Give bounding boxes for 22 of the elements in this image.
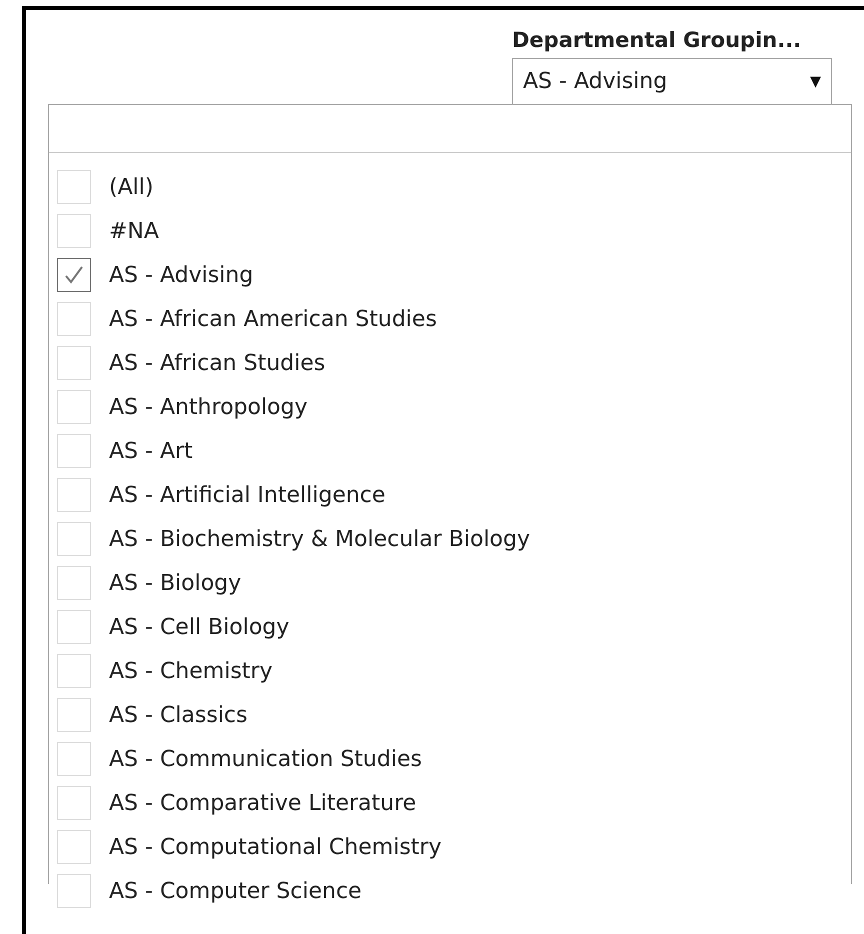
option-label[interactable]: AS - Cell Biology [109,614,290,640]
option-label[interactable]: #NA [109,218,159,244]
option-label[interactable]: AS - Biochemistry & Molecular Biology [109,526,530,552]
check-icon [63,264,85,286]
option-label[interactable]: AS - African Studies [109,350,326,376]
option-label[interactable]: AS - Computational Chemistry [109,834,442,860]
option-label[interactable]: AS - Anthropology [109,394,308,420]
option-label[interactable]: AS - Computer Science [109,878,362,904]
option-label[interactable]: AS - Biology [109,570,242,596]
option-label[interactable]: AS - Art [109,438,193,464]
option-label[interactable]: AS - Comparative Literature [109,790,416,816]
option-label[interactable]: AS - African American Studies [109,306,437,332]
option-label[interactable]: AS - Advising [109,262,254,288]
checkbox[interactable] [57,258,91,292]
option-label[interactable]: AS - Classics [109,702,248,728]
option-label[interactable]: (All) [109,174,154,200]
caret-icon[interactable]: ▾ [810,69,821,94]
option-label[interactable]: AS - Chemistry [109,658,272,684]
filter-title: Departmental Groupin... [512,28,802,54]
dropdown[interactable]: AS - Advising ▾ [512,58,832,104]
option-label[interactable]: AS - Artificial Intelligence [109,482,386,508]
option-label[interactable]: AS - Communication Studies [109,746,422,772]
